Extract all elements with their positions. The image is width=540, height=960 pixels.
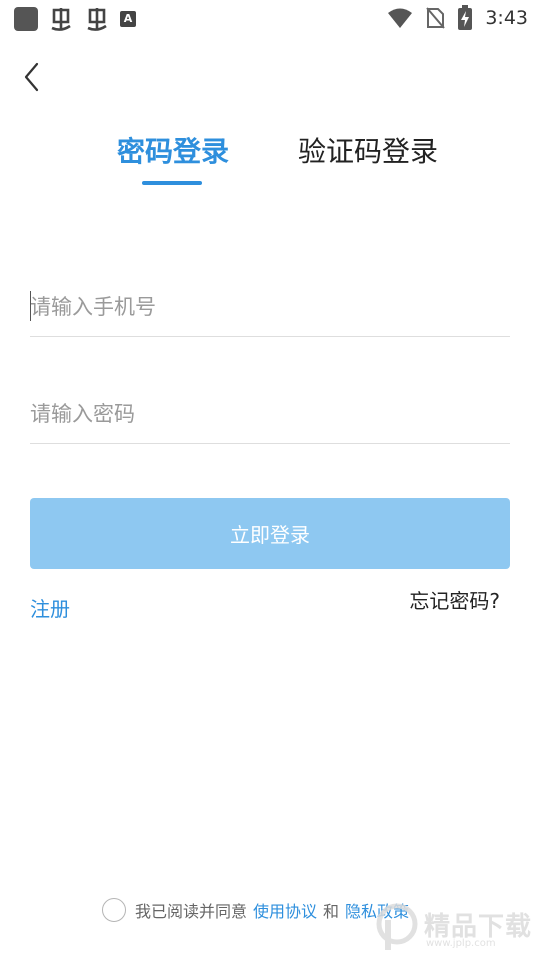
wifi-icon [388,8,413,28]
terms-link[interactable]: 使用协议 [253,898,317,922]
back-button[interactable] [18,60,48,94]
tab-password-login[interactable]: 密码登录 [112,130,234,174]
chevron-left-icon [24,62,39,92]
battery-charging-icon [458,5,473,30]
watermark-url: www.jplp.com [426,938,496,949]
status-right: 3:43 [387,4,528,32]
tab-code-login[interactable]: 验证码登录 [298,130,438,174]
login-button[interactable]: 立即登录 [30,498,510,569]
accessibility-a-icon: A [120,11,136,27]
register-link[interactable]: 注册 [30,594,70,624]
agreement-row: 我已阅读并同意 使用协议 和 隐私政策 [102,896,415,924]
bug-icon [87,8,107,31]
status-time: 3:43 [485,7,528,29]
tab-indicator [142,181,202,185]
watermark-logo-icon [376,903,418,950]
status-left: A [14,6,136,32]
agreement-checkbox[interactable] [102,898,126,922]
app-square-icon [14,7,38,31]
text-cursor [30,291,31,321]
phone-input[interactable] [30,277,510,336]
bug-icon [51,8,71,31]
status-bar: A 3:43 [0,0,540,36]
watermark: 精品下载 www.jplp.com [374,900,534,956]
no-sim-icon [426,7,446,29]
agreement-and: 和 [323,902,340,921]
password-input[interactable] [30,384,510,443]
forgot-password-link[interactable]: 忘记密码? [409,586,500,616]
phone-field [30,277,510,337]
agreement-prefix: 我已阅读并同意 [135,902,248,921]
password-field [30,384,510,444]
